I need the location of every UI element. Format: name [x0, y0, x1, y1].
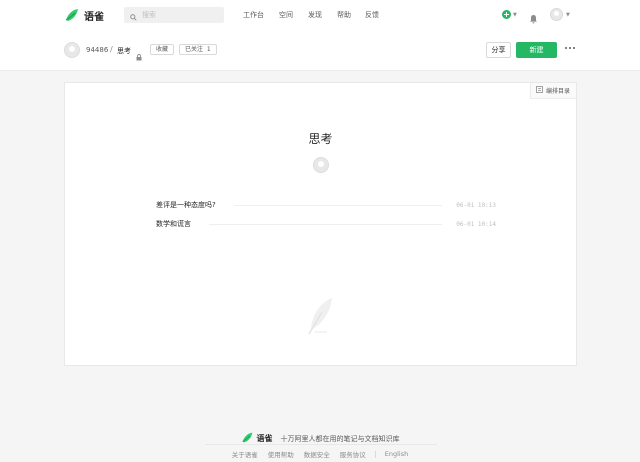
doc-divider	[233, 204, 443, 206]
nav-space[interactable]: 空间	[279, 10, 293, 20]
footer-divider	[205, 444, 437, 445]
top-navbar: 语雀 搜索 工作台 空间 发现 帮助 反馈 ▼ ▼	[0, 0, 640, 31]
book-title: 思考	[308, 132, 333, 146]
breadcrumb-user[interactable]: 94486	[86, 46, 108, 54]
plus-circle-icon[interactable]	[502, 10, 511, 19]
list-icon	[536, 86, 546, 95]
footer-link-about[interactable]: 关于语雀	[227, 449, 263, 459]
doc-date: 06-01 10:13	[456, 201, 496, 209]
feather-icon	[305, 295, 335, 339]
nav-feedback[interactable]: 反馈	[365, 10, 379, 20]
more-horizontal-icon[interactable]	[565, 47, 575, 49]
search-input[interactable]: 搜索	[124, 7, 224, 23]
bell-icon[interactable]	[529, 9, 538, 28]
breadcrumb-book[interactable]: 思考	[117, 46, 131, 56]
footer-slogan: 十万阿里人都在用的笔记与文档知识库	[280, 434, 400, 443]
footer-link-terms[interactable]: 服务协议	[335, 449, 371, 459]
collect-button[interactable]: 收藏	[150, 44, 175, 55]
yuque-bird-logo-icon	[64, 7, 80, 23]
list-item[interactable]: 差评是一种态度吗? 06-01 10:13	[156, 199, 496, 211]
search-placeholder: 搜索	[142, 11, 156, 19]
chevron-down-icon[interactable]: ▼	[513, 12, 517, 18]
nav-discover[interactable]: 发现	[308, 10, 322, 20]
footer-link-security[interactable]: 数据安全	[299, 449, 335, 459]
doc-title[interactable]: 数学和谎言	[156, 219, 191, 229]
chevron-down-icon[interactable]: ▼	[566, 12, 570, 18]
doc-date: 06-01 10:14	[456, 220, 496, 228]
new-button[interactable]: 新建	[516, 42, 557, 58]
nav-workbench[interactable]: 工作台	[243, 10, 264, 20]
share-button[interactable]: 分享	[486, 42, 511, 58]
doc-title[interactable]: 差评是一种态度吗?	[156, 200, 216, 210]
edit-toc-button[interactable]: 编排目录	[530, 83, 576, 99]
book-header: 94486 / 思考 收藏 已关注 1 分享 新建	[0, 31, 640, 71]
footer-brand: 语雀 十万阿里人都在用的笔记与文档知识库	[0, 429, 640, 448]
lock-icon	[136, 46, 142, 65]
search-icon	[130, 6, 137, 25]
doc-divider	[209, 223, 443, 225]
follow-count: 1	[206, 46, 211, 53]
breadcrumb-separator: /	[110, 45, 113, 54]
footer-link-english[interactable]: English	[380, 450, 413, 458]
footer-separator	[374, 450, 376, 458]
list-item[interactable]: 数学和谎言 06-01 10:14	[156, 218, 496, 230]
brand-logo[interactable]: 语雀	[64, 6, 104, 24]
follow-label: 已关注	[185, 46, 204, 53]
user-avatar[interactable]	[550, 8, 563, 21]
book-card: 编排目录 思考 差评是一种态度吗? 06-01 10:13 数学和谎言 06-0…	[64, 82, 577, 366]
footer-brand-name: 语雀	[256, 434, 273, 443]
brand-name: 语雀	[84, 11, 104, 23]
book-owner-avatar[interactable]	[313, 157, 329, 173]
owner-avatar[interactable]	[64, 42, 80, 58]
footer-link-help[interactable]: 使用帮助	[263, 449, 299, 459]
footer-links: 关于语雀 使用帮助 数据安全 服务协议 English	[0, 449, 640, 459]
yuque-bird-logo-icon	[241, 429, 254, 448]
follow-button[interactable]: 已关注 1	[179, 44, 217, 55]
nav-help[interactable]: 帮助	[337, 10, 351, 20]
edit-toc-label: 编排目录	[546, 88, 571, 95]
